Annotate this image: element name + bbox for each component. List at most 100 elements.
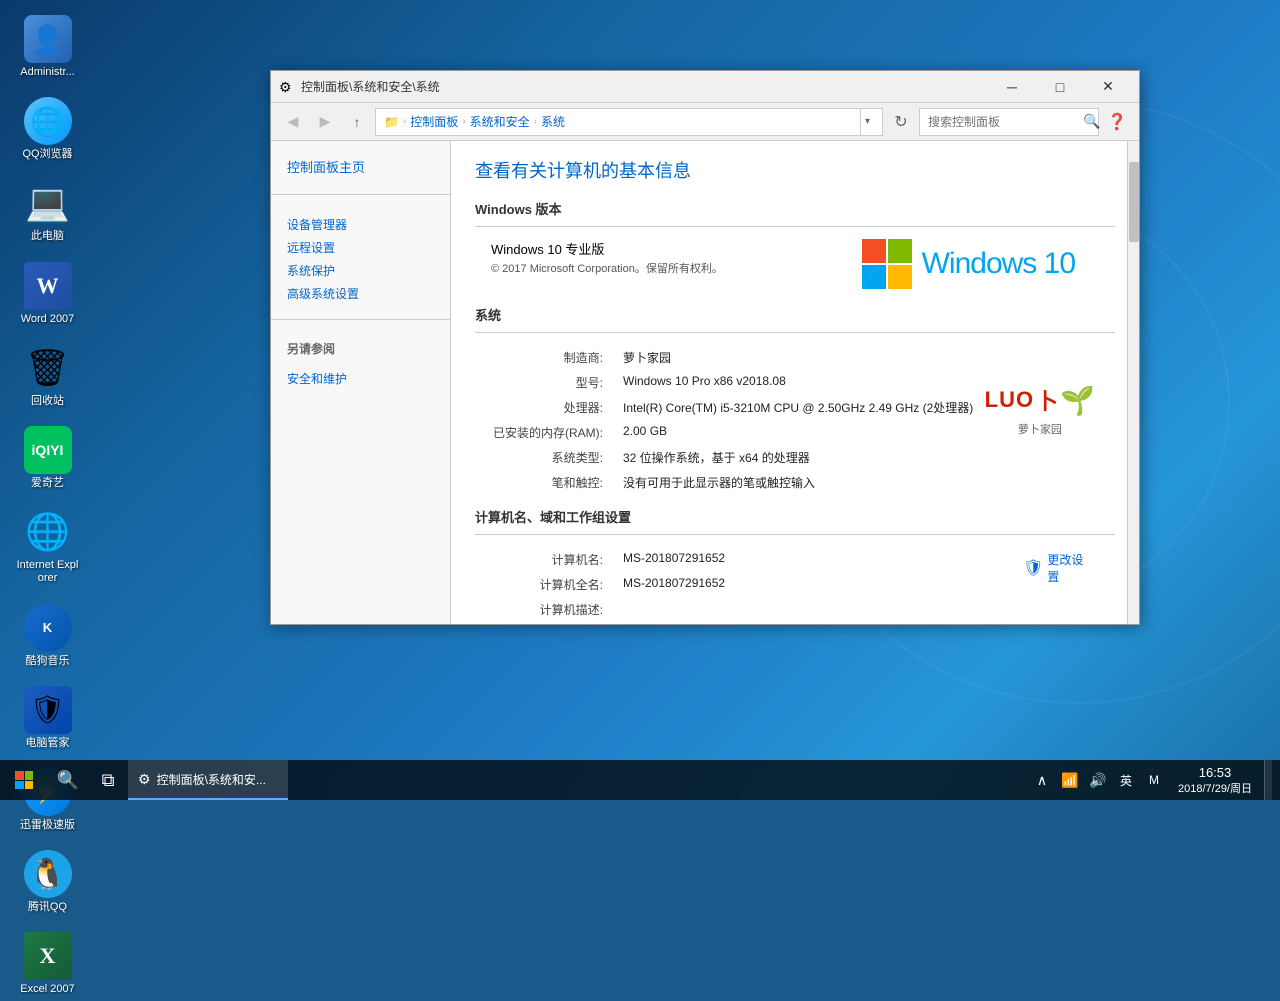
manufacturer-value: 萝卜家园 [615,345,985,370]
scrollbar-thumb[interactable] [1129,162,1139,242]
taskbar-window-icon: ⚙ [138,771,151,788]
address-part-control-panel[interactable]: 控制面板 [410,113,458,130]
section-computer-title: 计算机名、域和工作组设置 [475,507,1115,526]
start-icon [15,771,33,789]
maximize-button[interactable]: □ [1037,72,1083,102]
clock-date: 2018/7/29/周日 [1178,780,1252,796]
task-view-icon: ⧉ [102,770,115,791]
change-settings-area: 🛡 更改设置 [1023,547,1085,624]
search-icon[interactable]: 🔍 [1083,113,1100,130]
desktop-icon-word[interactable]: W Word 2007 [10,257,85,331]
desktop-icon-qq[interactable]: 🐧 腾讯QQ [10,845,85,919]
window-controls: ─ □ ✕ [989,72,1131,102]
systray-ime[interactable]: M [1142,760,1166,800]
systray-volume[interactable]: 🔊 [1086,760,1110,800]
icon-label-qq-browser: QQ浏览器 [22,148,72,161]
search-icon: 🔍 [57,770,79,791]
model-value: Windows 10 Pro x86 v2018.08 [615,370,985,395]
windows-flag-icon [862,239,912,289]
pen-value: 没有可用于此显示器的笔或触控输入 [615,470,985,495]
taskbar-window-item[interactable]: ⚙ 控制面板\系统和安... [128,760,288,800]
desktop-icon-shield[interactable]: 🛡 电脑管家 [10,681,85,755]
window-title: 控制面板\系统和安全\系统 [301,78,989,95]
forward-button[interactable]: ▶ [311,108,339,136]
system-type-label: 系统类型: [475,445,615,470]
desktop-icon-kugo[interactable]: K 酷狗音乐 [10,599,85,673]
sidebar-link-system-protection[interactable]: 系统保护 [287,259,434,282]
desktop-icon-qq-browser[interactable]: 🌐 QQ浏览器 [10,92,85,166]
flag-cell-red [862,239,886,263]
computer-section: 计算机名、域和工作组设置 计算机名: MS-201807291652 计算机全名… [475,507,1115,624]
taskbar-search-button[interactable]: 🔍 [48,760,88,800]
navigation-bar: ◀ ▶ ↑ 📁 › 控制面板 › 系统和安全 › 系统 ▾ ↻ 🔍 ❓ [271,103,1139,141]
language-label: 英 [1120,772,1132,789]
icon-label-qq: 腾讯QQ [28,901,67,914]
up-button[interactable]: ↑ [343,108,371,136]
sidebar-main-link[interactable]: 控制面板主页 [271,153,450,186]
workgroup-row: 工作组: WORKGROUP [475,622,1023,624]
desktop-icon-recycle[interactable]: 🗑 回收站 [10,339,85,413]
computer-fullname-row: 计算机全名: MS-201807291652 [475,572,1023,597]
systray-network[interactable]: 📶 [1058,760,1082,800]
show-desktop-button[interactable] [1264,760,1272,800]
sidebar-link-remote[interactable]: 远程设置 [287,236,434,259]
luobo-logo-area: LUO 卜 🌱 萝卜家园 [985,325,1095,495]
also-see-title: 另请参阅 [271,332,450,361]
processor-label: 处理器: [475,395,615,420]
search-input[interactable] [928,115,1083,129]
clock-area[interactable]: 16:53 2018/7/29/周日 [1170,765,1260,796]
sidebar-link-device-manager[interactable]: 设备管理器 [287,213,434,236]
ram-row: 已安装的内存(RAM): 2.00 GB [475,420,985,445]
window-content: 控制面板主页 设备管理器 远程设置 系统保护 高级系统设置 另请参阅 安全和维护… [271,141,1139,624]
page-title: 查看有关计算机的基本信息 [475,157,1115,183]
minimize-button[interactable]: ─ [989,72,1035,102]
processor-value: Intel(R) Core(TM) i5-3210M CPU @ 2.50GHz… [615,395,985,420]
taskbar-right-area: ∧ 📶 🔊 英 M 16:53 2018/7/29/周日 [1030,760,1280,800]
also-see-section: 安全和维护 [271,361,450,396]
sidebar-link-security[interactable]: 安全和维护 [287,367,434,390]
desktop-icon-admin[interactable]: Administr... [10,10,85,84]
desktop-icon-excel[interactable]: X Excel 2007 [10,927,85,1001]
sidebar: 控制面板主页 设备管理器 远程设置 系统保护 高级系统设置 另请参阅 安全和维护 [271,141,451,624]
icon-label-recycle: 回收站 [31,395,64,408]
windows10-text: Windows 10 [922,247,1075,281]
scrollbar-vertical[interactable] [1127,141,1139,624]
section-system-title: 系统 [475,305,1115,324]
sidebar-link-advanced[interactable]: 高级系统设置 [287,282,434,305]
computer-desc-value [615,597,1023,622]
close-button[interactable]: ✕ [1085,72,1131,102]
desktop-icon-computer[interactable]: 💻 此电脑 [10,174,85,248]
window-titlebar: ⚙ 控制面板\系统和安全\系统 ─ □ ✕ [271,71,1139,103]
icon-label-xunlei: 迅雷极速版 [20,819,75,832]
taskbar-window-label: 控制面板\系统和安... [157,771,266,788]
address-part-system[interactable]: 系统 [541,113,565,130]
icon-label-iqiyi: 爱奇艺 [31,477,64,490]
icon-label-word: Word 2007 [21,313,75,326]
network-icon: 📶 [1061,772,1078,789]
icon-label-ie: Internet Explorer [15,559,80,585]
system-info-row: 制造商: 萝卜家园 型号: Windows 10 Pro x86 v2018.0… [475,345,1115,495]
address-part-security[interactable]: 系统和安全 [470,113,530,130]
icon-label-excel: Excel 2007 [20,983,74,996]
help-button[interactable]: ❓ [1103,108,1131,136]
systray-language[interactable]: 英 [1114,760,1138,800]
taskbar-task-view-button[interactable]: ⧉ [88,760,128,800]
address-dropdown-btn[interactable]: ▾ [860,109,874,135]
flag-cell-yellow [888,265,912,289]
refresh-button[interactable]: ↻ [887,108,915,136]
address-bar[interactable]: 📁 › 控制面板 › 系统和安全 › 系统 ▾ [375,108,883,136]
system-window: ⚙ 控制面板\系统和安全\系统 ─ □ ✕ ◀ ▶ ↑ 📁 › 控制面板 › 系… [270,70,1140,625]
pen-row: 笔和触控: 没有可用于此显示器的笔或触控输入 [475,470,985,495]
ime-label: M [1149,773,1159,787]
icon-label-computer: 此电脑 [31,230,64,243]
back-button[interactable]: ◀ [279,108,307,136]
systray-chevron[interactable]: ∧ [1030,760,1054,800]
windows10-logo: Windows 10 [862,239,1075,289]
computer-info-table: 计算机名: MS-201807291652 计算机全名: MS-20180729… [475,547,1023,624]
start-button[interactable] [0,760,48,800]
desktop-icon-iqiyi[interactable]: iQIYI 爱奇艺 [10,421,85,495]
desktop-icon-ie[interactable]: 🌐 Internet Explorer [10,503,85,590]
desktop-icons-area: Administr... 🌐 QQ浏览器 💻 此电脑 W Word 2007 [10,10,85,1001]
ram-label: 已安装的内存(RAM): [475,420,615,445]
change-settings-link[interactable]: 🛡 更改设置 [1023,551,1085,585]
